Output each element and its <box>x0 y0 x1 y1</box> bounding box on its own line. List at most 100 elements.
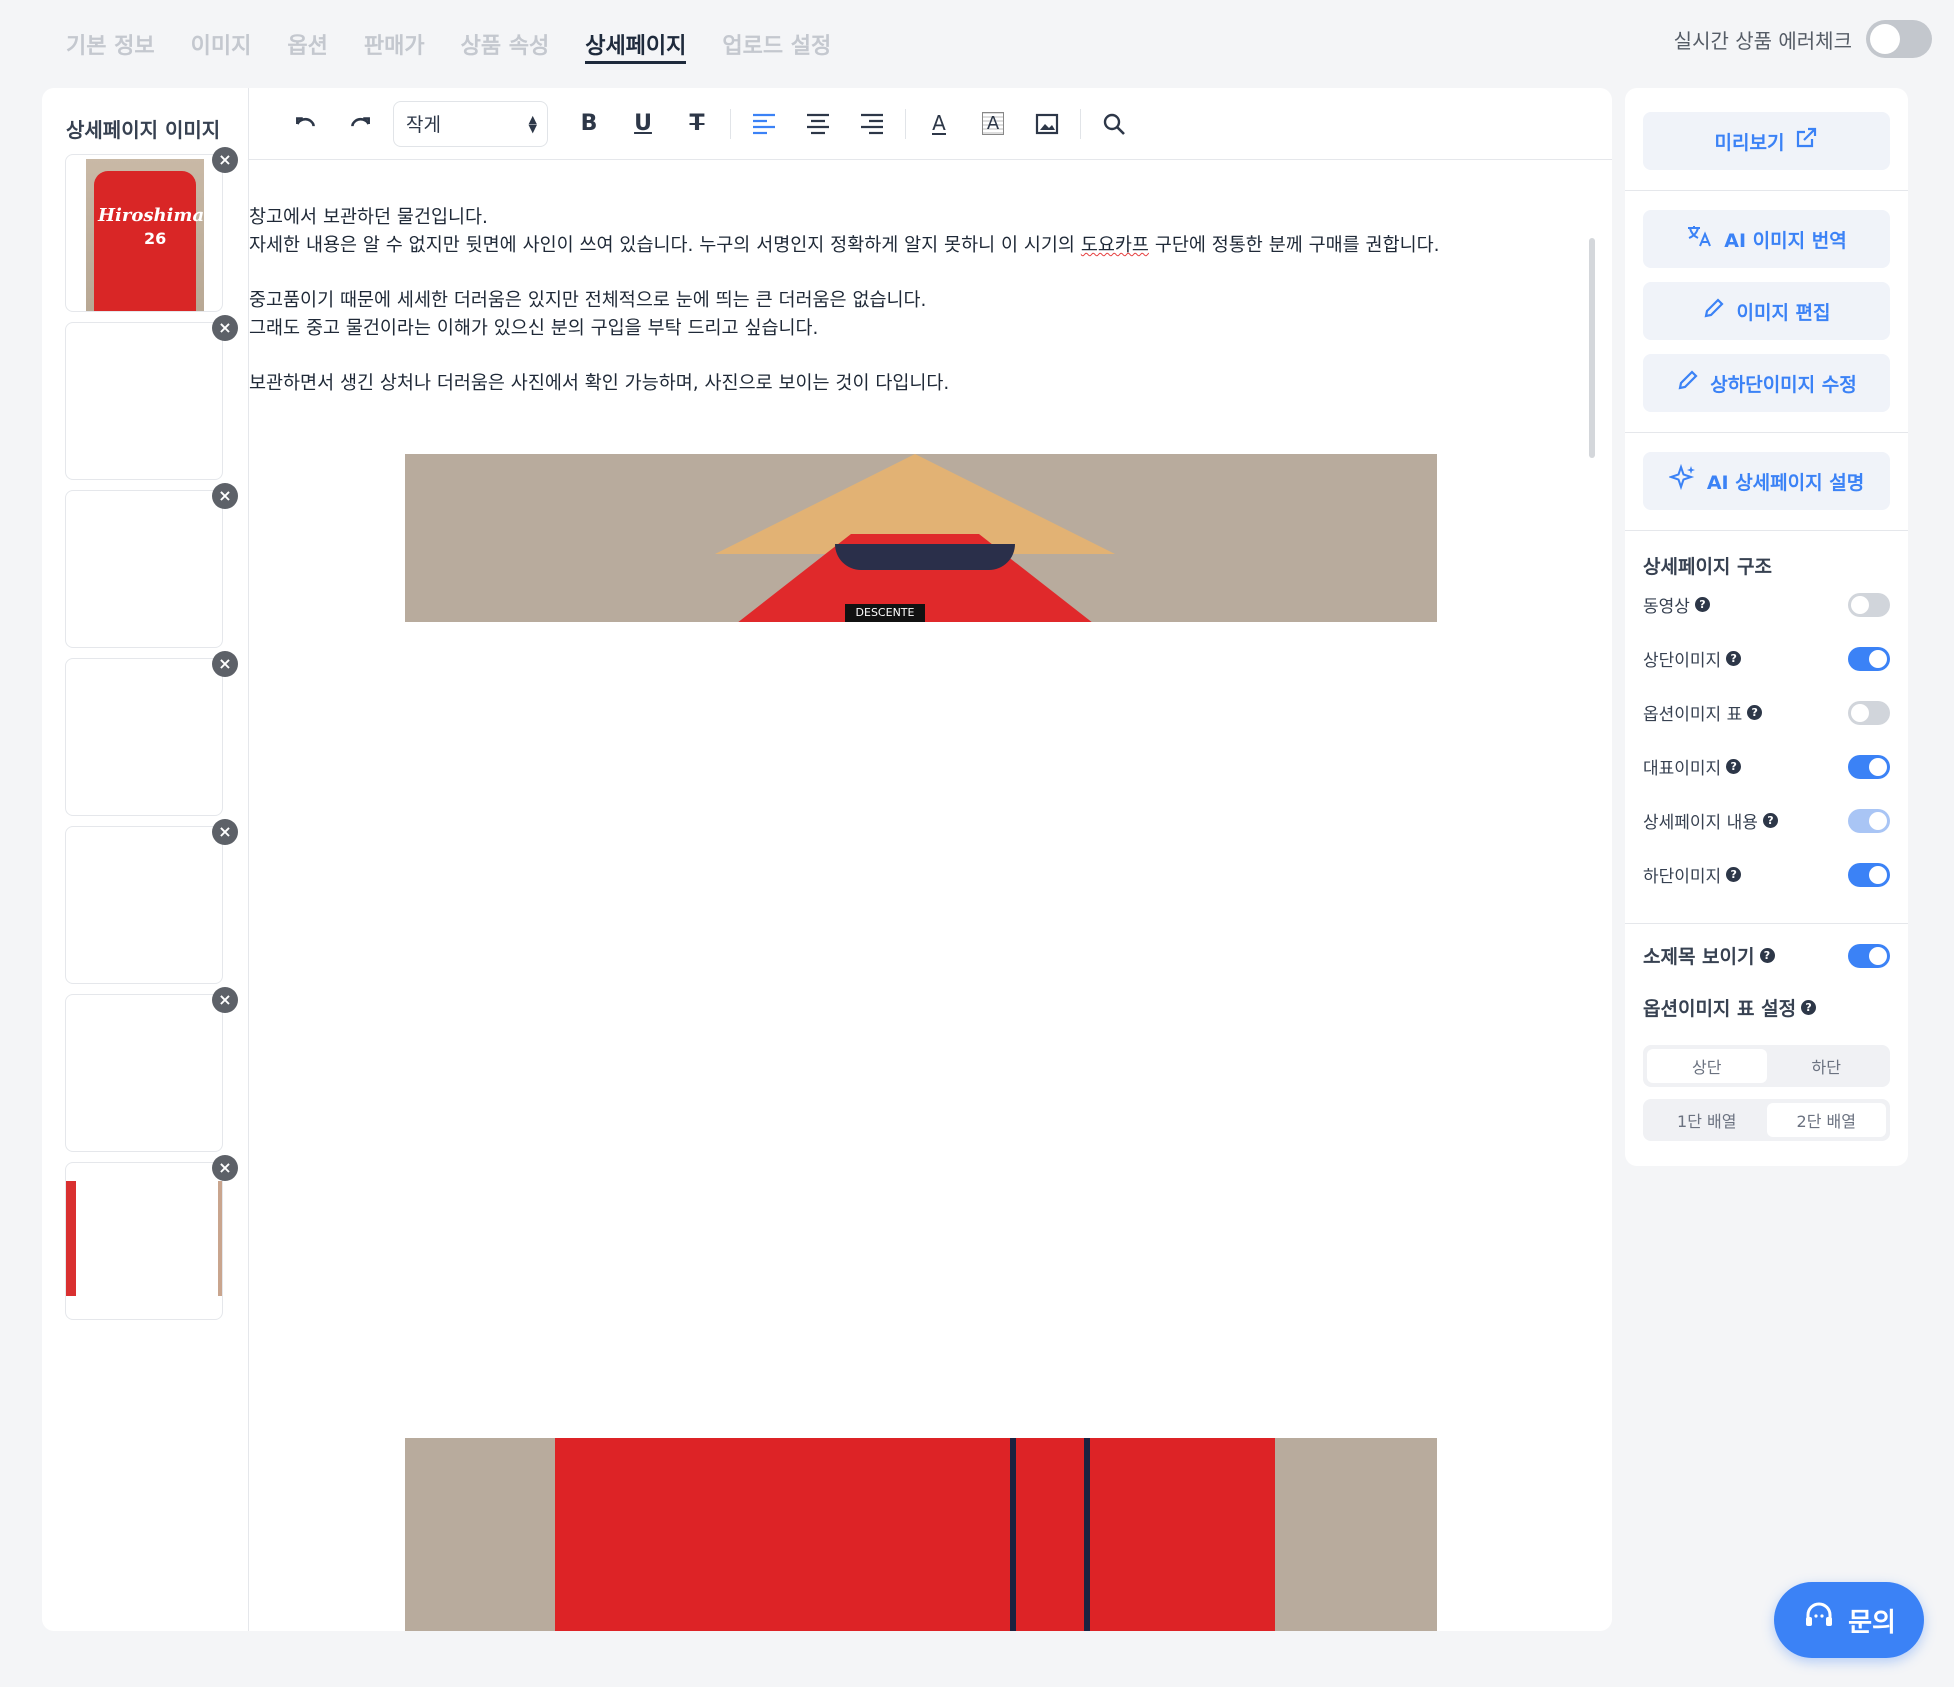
bold-icon[interactable]: B <box>562 104 616 144</box>
remove-thumbnail-icon[interactable]: × <box>212 147 238 173</box>
jersey-number: 26 <box>144 229 167 248</box>
option-table-position-segment: 상단 하단 <box>1643 1045 1890 1087</box>
layout-2col-option[interactable]: 2단 배열 <box>1766 1103 1886 1137</box>
translate-icon <box>1686 224 1714 254</box>
layout-1col-option[interactable]: 1단 배열 <box>1647 1103 1767 1137</box>
help-icon[interactable]: ? <box>1762 813 1778 828</box>
settings-panel: 미리보기 AI 이미지 번역 이미지 편집 상하단이미지 수정 AI 상세페이지… <box>1625 88 1908 1166</box>
text-line: 그래도 중고 물건이라는 이해가 있으신 분의 구입을 부탁 드리고 싶습니다. <box>249 318 819 339</box>
subtitle-show-row: 소제목 보이기? <box>1643 942 1890 969</box>
detail-image-column: 상세페이지 이미지 Hiroshima 26 × × × × × × × <box>42 88 249 1631</box>
structure-row-main-image: 대표이미지? <box>1643 754 1890 779</box>
strikethrough-icon[interactable]: T <box>670 104 724 144</box>
structure-row-option-table: 옵션이미지 표? <box>1643 700 1890 725</box>
preview-button[interactable]: 미리보기 <box>1643 112 1890 170</box>
thumbnail-1[interactable]: Hiroshima 26 × <box>65 147 238 312</box>
top-bottom-image-edit-button[interactable]: 상하단이미지 수정 <box>1643 354 1890 412</box>
help-icon[interactable]: ? <box>1747 705 1763 720</box>
structure-row-detail-content: 상세페이지 내용? <box>1643 808 1890 833</box>
image-edit-button[interactable]: 이미지 편집 <box>1643 282 1890 340</box>
structure-row-bottom-image: 하단이미지? <box>1643 862 1890 887</box>
remove-thumbnail-icon[interactable]: × <box>212 315 238 341</box>
align-center-icon[interactable] <box>791 104 845 144</box>
remove-thumbnail-icon[interactable]: × <box>212 987 238 1013</box>
remove-thumbnail-icon[interactable]: × <box>212 483 238 509</box>
position-top-option[interactable]: 상단 <box>1647 1049 1767 1083</box>
realtime-error-check-label: 실시간 상품 에러체크 <box>1673 28 1852 53</box>
thumbnail-4[interactable]: × <box>65 651 238 816</box>
redo-icon[interactable] <box>333 104 387 144</box>
undo-icon[interactable] <box>279 104 333 144</box>
thumbnail-2[interactable]: × <box>65 315 238 480</box>
select-arrows-icon: ▲ ▼ <box>528 112 537 135</box>
remove-thumbnail-icon[interactable]: × <box>212 819 238 845</box>
tab-options[interactable]: 옵션 <box>287 22 327 64</box>
detail-photo-collar[interactable]: DESCENTE <box>405 454 1437 622</box>
realtime-error-check-toggle[interactable] <box>1866 20 1932 58</box>
help-icon[interactable]: ? <box>1726 867 1742 882</box>
structure-title: 상세페이지 구조 <box>1643 556 1772 578</box>
headset-icon <box>1802 1599 1836 1641</box>
tab-attributes[interactable]: 상품 속성 <box>461 22 550 64</box>
editor-toolbar: 작게 ▲ ▼ B U T A A <box>249 88 1612 160</box>
structure-row-top-image: 상단이미지? <box>1643 646 1890 671</box>
remove-thumbnail-icon[interactable]: × <box>212 651 238 677</box>
subtitle-show-toggle[interactable] <box>1848 943 1890 968</box>
option-table-settings-title: 옵션이미지 표 설정? <box>1643 994 1817 1021</box>
help-icon[interactable]: ? <box>1801 1000 1817 1015</box>
font-size-select[interactable]: 작게 ▲ ▼ <box>393 100 548 147</box>
tab-price[interactable]: 판매가 <box>364 22 425 64</box>
text-background-icon[interactable]: A <box>966 104 1020 144</box>
option-table-layout-segment: 1단 배열 2단 배열 <box>1643 1099 1890 1141</box>
editor-card: 상세페이지 이미지 Hiroshima 26 × × × × × × × 작게 … <box>42 88 1612 1631</box>
text-line: 중고품이기 때문에 세세한 더러움은 있지만 전체적으로 눈에 띄는 큰 더러움… <box>249 290 927 311</box>
pencil-icon <box>1676 368 1700 398</box>
ai-image-translate-button[interactable]: AI 이미지 번역 <box>1643 210 1890 268</box>
text-line: 자세한 내용은 알 수 없지만 뒷면에 사인이 쓰여 있습니다. 누구의 서명인… <box>249 235 1440 256</box>
font-size-value: 작게 <box>406 114 441 136</box>
help-icon[interactable]: ? <box>1726 651 1742 666</box>
external-link-icon <box>1794 126 1818 156</box>
brand-tag: DESCENTE <box>845 604 925 622</box>
thumbnail-7[interactable]: × <box>65 1155 238 1320</box>
tab-detail-page[interactable]: 상세페이지 <box>585 22 687 64</box>
jersey-text: Hiroshima <box>98 205 204 226</box>
spellcheck-word: 도요카프 <box>1080 235 1149 256</box>
detail-content-toggle[interactable] <box>1848 808 1890 833</box>
image-icon[interactable] <box>1020 104 1074 144</box>
remove-thumbnail-icon[interactable]: × <box>212 1155 238 1181</box>
zoom-icon[interactable] <box>1087 104 1141 144</box>
text-color-icon[interactable]: A <box>912 104 966 144</box>
video-toggle[interactable] <box>1848 592 1890 617</box>
option-table-toggle[interactable] <box>1848 700 1890 725</box>
top-tab-bar: 기본 정보 이미지 옵션 판매가 상품 속성 상세페이지 업로드 설정 <box>66 22 831 66</box>
main-image-toggle[interactable] <box>1848 754 1890 779</box>
rich-text-editor[interactable]: 창고에서 보관하던 물건입니다. 자세한 내용은 알 수 없지만 뒷면에 사인이… <box>249 160 1599 1631</box>
detail-photo-front[interactable] <box>405 1438 1437 1631</box>
inquiry-button[interactable]: 문의 <box>1774 1582 1924 1658</box>
detail-images-title: 상세페이지 이미지 <box>66 118 221 142</box>
jersey-photo: Hiroshima 26 <box>86 159 204 311</box>
bottom-image-toggle[interactable] <box>1848 862 1890 887</box>
thumbnail-5[interactable]: × <box>65 819 238 984</box>
thumbnail-3[interactable]: × <box>65 483 238 648</box>
editor-scrollbar[interactable] <box>1589 238 1595 458</box>
align-left-icon[interactable] <box>737 104 791 144</box>
sparkle-icon <box>1667 463 1697 498</box>
editor-text[interactable]: 창고에서 보관하던 물건입니다. 자세한 내용은 알 수 없지만 뒷면에 사인이… <box>249 204 1440 398</box>
pencil-icon <box>1702 296 1726 326</box>
align-right-icon[interactable] <box>845 104 899 144</box>
help-icon[interactable]: ? <box>1759 948 1775 963</box>
top-image-toggle[interactable] <box>1848 646 1890 671</box>
underline-icon[interactable]: U <box>616 104 670 144</box>
ai-detail-description-button[interactable]: AI 상세페이지 설명 <box>1643 452 1890 510</box>
position-bottom-option[interactable]: 하단 <box>1767 1049 1887 1083</box>
tab-images[interactable]: 이미지 <box>191 22 252 64</box>
thumbnail-6[interactable]: × <box>65 987 238 1152</box>
text-line: 보관하면서 생긴 상처나 더러움은 사진에서 확인 가능하며, 사진으로 보이는… <box>249 373 950 394</box>
tab-basic-info[interactable]: 기본 정보 <box>66 22 155 64</box>
realtime-error-check: 실시간 상품 에러체크 <box>1674 20 1932 58</box>
tab-upload-settings[interactable]: 업로드 설정 <box>722 22 831 64</box>
help-icon[interactable]: ? <box>1726 759 1742 774</box>
help-icon[interactable]: ? <box>1694 597 1710 612</box>
